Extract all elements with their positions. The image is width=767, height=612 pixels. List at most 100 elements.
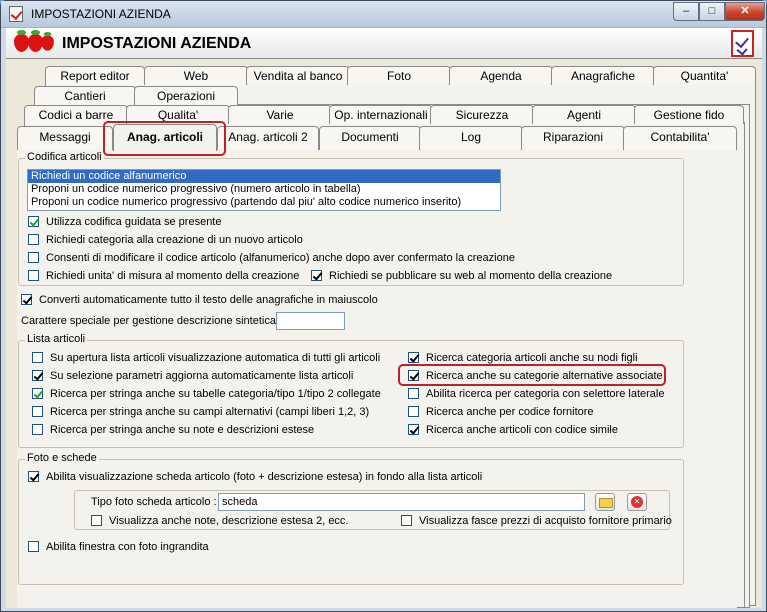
tab-vendita-al-banco[interactable]: Vendita al banco [246,66,350,85]
foto-schede-group: Foto e schede Abilita visualizzazione sc… [18,452,684,585]
checklist-icon[interactable] [731,30,754,57]
checkbox-label: Richiedi unita' di misura al momento del… [46,270,300,282]
abilita-scheda-checkbox[interactable]: Abilita visualizzazione scheda articolo … [28,471,482,485]
maximize-button[interactable]: □ [699,2,725,21]
foto-schede-title: Foto e schede [25,452,99,464]
checkbox[interactable] [32,352,43,363]
cancel-icon[interactable] [627,493,647,511]
converti-maiuscolo-checkbox[interactable]: Converti automaticamente tutto il testo … [21,294,378,308]
checkbox-label: Ricerca anche articoli con codice simile [426,424,618,436]
checkbox-label: Ricerca anche per codice fornitore [426,406,594,418]
checkbox-label: Ricerca per stringa anche su tabelle cat… [50,388,381,400]
app-icon [9,6,23,22]
codifica-option[interactable]: Richiedi un codice alfanumerico [28,170,500,183]
checkbox-checked[interactable] [28,471,39,482]
codifica-guidata-checkbox[interactable]: Utilizza codifica guidata se presente [28,216,221,230]
richiedi-categoria-checkbox[interactable]: Richiedi categoria alla creazione di un … [28,234,303,248]
tab-agenti[interactable]: Agenti [532,105,636,124]
checkbox-checked[interactable] [32,370,43,381]
carattere-speciale-input[interactable] [276,312,345,330]
checkbox-checked[interactable] [408,424,419,435]
checkbox[interactable] [32,424,43,435]
tab-agenda[interactable]: Agenda [449,66,553,85]
checkbox-label: Utilizza codifica guidata se presente [46,216,222,228]
checkbox[interactable] [401,515,412,526]
checkbox-checked[interactable] [21,294,32,305]
checkbox[interactable] [91,515,102,526]
tab-riparazioni[interactable]: Riparazioni [521,126,625,150]
tab-sicurezza[interactable]: Sicurezza [430,105,534,124]
anag-articoli-panel: Codifica articoli Richiedi un codice alf… [17,150,737,608]
window-title: IMPOSTAZIONI AZIENDA [31,7,171,21]
tab-messaggi[interactable]: Messaggi [17,126,113,150]
checkbox-label: Abilita finestra con foto ingrandita [46,541,209,553]
tab-documenti[interactable]: Documenti [319,126,421,150]
checkbox[interactable] [28,252,39,263]
checkbox-checked[interactable] [408,352,419,363]
tab-codici-a-barre[interactable]: Codici a barre [24,105,128,124]
settings-window: IMPOSTAZIONI AZIENDA – □ ✕ IMPOSTAZIONI … [0,0,767,612]
codifica-option[interactable]: Proponi un codice numerico progressivo (… [28,196,500,209]
tab-anag-articoli-2[interactable]: Anag. articoli 2 [217,126,319,150]
tab-web[interactable]: Web [144,66,248,85]
tab-anagrafiche[interactable]: Anagrafiche [551,66,655,85]
tab-foto[interactable]: Foto [347,66,451,85]
lista-right-checkbox[interactable]: Ricerca anche per codice fornitore [408,406,594,420]
checkbox-checked[interactable] [311,270,322,281]
checkbox[interactable] [408,388,419,399]
lista-left-checkbox[interactable]: Ricerca per stringa anche su note e desc… [32,424,314,438]
tab-qualita[interactable]: Qualita' [126,105,230,124]
fasce-prezzi-checkbox[interactable]: Visualizza fasce prezzi di acquisto forn… [401,515,672,529]
checkbox-label: Ricerca anche su categorie alternative a… [426,370,663,382]
client-area: IMPOSTAZIONI AZIENDA Report editor Web V… [6,28,762,608]
checkbox-checked[interactable] [28,216,39,227]
lista-left-checkbox[interactable]: Ricerca per stringa anche su campi alter… [32,406,369,420]
checkbox-label: Ricerca categoria articoli anche su nodi… [426,352,638,364]
finestra-foto-checkbox[interactable]: Abilita finestra con foto ingrandita [28,541,209,555]
categorie-alternative-checkbox[interactable]: Ricerca anche su categorie alternative a… [408,370,663,384]
checkbox-label: Abilita visualizzazione scheda articolo … [46,471,483,483]
checkbox[interactable] [28,541,39,552]
tab-report-editor[interactable]: Report editor [45,66,145,85]
checkbox[interactable] [32,406,43,417]
folder-open-icon[interactable] [595,493,615,511]
tab-op-internazionali[interactable]: Op. internazionali [329,105,433,124]
lista-right-checkbox[interactable]: Ricerca anche articoli con codice simile [408,424,618,438]
pubblica-web-checkbox[interactable]: Richiedi se pubblicare su web al momento… [311,270,612,284]
codifica-articoli-title: Codifica articoli [25,151,104,163]
checkbox-label: Visualizza anche note, descrizione estes… [109,515,349,527]
unita-misura-checkbox[interactable]: Richiedi unita' di misura al momento del… [28,270,299,284]
lista-left-checkbox[interactable]: Ricerca per stringa anche su tabelle cat… [32,388,381,402]
lista-right-checkbox[interactable]: Abilita ricerca per categoria con selett… [408,388,664,402]
lista-articoli-title: Lista articoli [25,333,88,345]
checkbox[interactable] [28,234,39,245]
tab-cantieri[interactable]: Cantieri [34,86,136,105]
close-button[interactable]: ✕ [725,2,765,21]
checkbox-checked[interactable] [408,370,419,381]
tab-anag-articoli[interactable]: Anag. articoli [113,124,217,151]
scheda-settings-box: Tipo foto scheda articolo : scheda Visua… [74,490,672,530]
codifica-option[interactable]: Proponi un codice numerico progressivo (… [28,183,500,196]
tab-quantita[interactable]: Quantita' [653,66,756,85]
lista-right-checkbox[interactable]: Ricerca categoria articoli anche su nodi… [408,352,638,366]
checkbox[interactable] [408,406,419,417]
tab-operazioni[interactable]: Operazioni [134,86,238,105]
lista-left-checkbox[interactable]: Su apertura lista articoli visualizzazio… [32,352,380,366]
tipo-foto-input[interactable]: scheda [218,493,585,511]
tab-gestione-fido[interactable]: Gestione fido [634,105,744,124]
checkbox-label: Richiedi categoria alla creazione di un … [46,234,303,246]
tab-varie[interactable]: Varie [228,105,332,124]
modifica-codice-checkbox[interactable]: Consenti di modificare il codice articol… [28,252,515,266]
tab-contabilita[interactable]: Contabilita' [623,126,737,150]
tab-log[interactable]: Log [419,126,523,150]
codifica-listbox[interactable]: Richiedi un codice alfanumerico Proponi … [27,169,501,211]
checkbox-label: Ricerca per stringa anche su campi alter… [50,406,370,418]
lista-left-checkbox[interactable]: Su selezione parametri aggiorna automati… [32,370,353,384]
codifica-articoli-group: Codifica articoli Richiedi un codice alf… [18,151,684,286]
visualizza-note-checkbox[interactable]: Visualizza anche note, descrizione estes… [91,515,349,529]
checkbox-checked[interactable] [32,388,43,399]
title-bar[interactable]: IMPOSTAZIONI AZIENDA – □ ✕ [1,1,766,28]
checkbox-label: Consenti di modificare il codice articol… [46,252,515,264]
checkbox[interactable] [28,270,39,281]
minimize-button[interactable]: – [673,2,699,21]
